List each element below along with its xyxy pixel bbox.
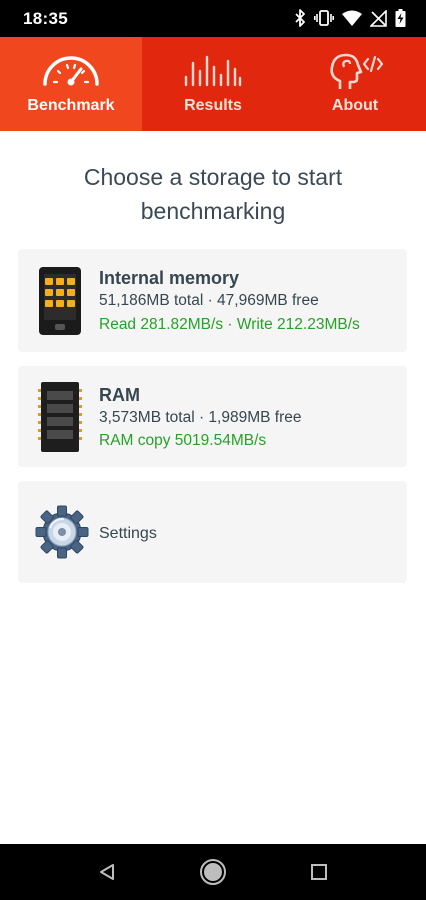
tab-label: About [331, 97, 379, 114]
ram-chip-icon [38, 382, 82, 452]
battery-charging-icon [395, 9, 406, 27]
settings-label: Settings [99, 525, 157, 542]
no-signal-icon [370, 9, 387, 27]
gear-icon [35, 505, 89, 559]
storage-speed: Read 281.82MB/s · Write 212.23MB/s [99, 316, 360, 333]
bluetooth-icon [295, 9, 305, 27]
settings-card[interactable]: Settings [18, 481, 407, 583]
head-code-icon [330, 53, 384, 89]
tab-results[interactable]: Results [142, 37, 284, 131]
wifi-icon [342, 10, 362, 26]
status-time: 18:35 [23, 9, 68, 28]
storage-card-internal[interactable]: Internal memory 51,186MB total · 47,969M… [18, 249, 407, 352]
bars-chart-icon [184, 55, 242, 87]
status-bar: 18:35 [0, 0, 426, 37]
storage-info: 51,186MB total · 47,969MB free [99, 292, 319, 309]
home-button[interactable] [183, 844, 243, 900]
home-icon [200, 859, 226, 885]
storage-name: Internal memory [99, 268, 240, 288]
tab-about[interactable]: About [284, 37, 426, 131]
navigation-bar [0, 844, 426, 900]
back-button[interactable] [77, 844, 137, 900]
recents-icon [311, 864, 327, 880]
storage-info: 3,573MB total · 1,989MB free [99, 409, 302, 426]
recents-button[interactable] [289, 844, 349, 900]
back-icon [100, 864, 114, 880]
storage-speed: RAM copy 5019.54MB/s [99, 432, 267, 449]
status-icons [294, 8, 406, 28]
vibrate-icon [314, 10, 334, 26]
speedometer-icon [43, 56, 99, 86]
tab-label: Benchmark [27, 97, 115, 114]
phone-storage-icon [39, 267, 81, 335]
tab-label: Results [184, 97, 242, 114]
page-title: Choose a storage to start benchmarking [83, 164, 343, 224]
storage-name: RAM [99, 385, 140, 405]
tab-benchmark[interactable]: Benchmark [0, 37, 142, 131]
tab-bar: Benchmark Results About [0, 37, 426, 131]
storage-card-ram[interactable]: RAM 3,573MB total · 1,989MB free RAM cop… [18, 366, 407, 467]
